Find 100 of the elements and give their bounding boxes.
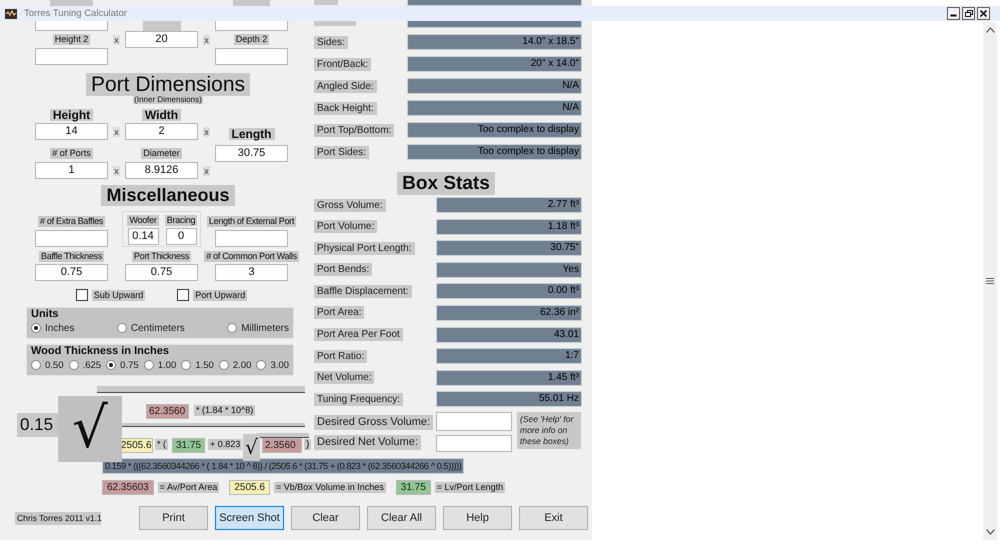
input-field[interactable]: [436, 435, 512, 452]
value-field: 1.18 ft³: [436, 218, 582, 235]
field-label: Port Area Per Foot: [314, 328, 403, 342]
radio-button[interactable]: [31, 323, 41, 333]
action-button[interactable]: Clear All: [367, 506, 436, 530]
input-field[interactable]: 8.9126: [125, 162, 198, 179]
multiply-sign: x: [113, 166, 120, 176]
radio-label: 1.50: [195, 360, 214, 370]
section-title: Port Dimensions: [86, 73, 250, 96]
input-field[interactable]: 0.14: [128, 228, 158, 245]
action-button[interactable]: Clear: [291, 506, 360, 530]
field-label: Length: [228, 128, 274, 140]
grip-icon: [986, 278, 994, 284]
field-label: Depth 2: [234, 34, 270, 45]
field-label: Diameter: [141, 148, 182, 159]
action-button[interactable]: Help: [443, 506, 512, 530]
field-label: Height: [50, 108, 94, 120]
input-field[interactable]: 30.75: [215, 145, 288, 162]
input-field[interactable]: 1: [35, 162, 108, 179]
multiply-sign: x: [203, 166, 210, 176]
input-field[interactable]: [215, 21, 288, 31]
close-button[interactable]: [977, 7, 990, 20]
radical-sign: √: [58, 396, 122, 462]
section-subtitle: (Inner Dimensions): [133, 96, 203, 104]
field-label: Back Height:: [314, 102, 377, 114]
input-field[interactable]: [215, 48, 288, 65]
field-label: Bracing: [164, 215, 198, 226]
value-field: 1.45 ft³: [436, 370, 582, 386]
input-field[interactable]: 14: [35, 123, 108, 140]
input-field[interactable]: [35, 48, 108, 65]
radio-label: Millimeters: [241, 322, 289, 334]
legend-label: = Vb/Box Volume in Inches: [274, 482, 386, 493]
radio-label: 2.00: [232, 360, 252, 370]
field-label: # of Common Port Walls: [204, 251, 299, 262]
field-label: Tuning Frequency:: [314, 392, 404, 406]
close-icon: [980, 10, 987, 17]
input-field[interactable]: 2: [125, 123, 198, 140]
value-box: 62.3560: [146, 404, 189, 419]
checkbox[interactable]: [76, 289, 88, 301]
checkbox[interactable]: [177, 289, 190, 301]
radio-label: Centimeters: [130, 322, 185, 334]
field-label: Port Ratio:: [314, 350, 368, 363]
field-label: # of Extra Baffles: [38, 216, 105, 227]
action-button[interactable]: Print: [139, 506, 208, 530]
field-label: Port Thickness: [132, 251, 192, 262]
field-label: [314, 21, 356, 26]
radio-button[interactable]: [181, 360, 192, 370]
value-field: 1:7: [436, 348, 582, 364]
input-field[interactable]: 0.75: [35, 264, 108, 281]
radio-button[interactable]: [68, 360, 79, 370]
radio-button[interactable]: [116, 323, 127, 333]
minimize-button[interactable]: [947, 7, 960, 20]
input-field[interactable]: 0.75: [125, 264, 198, 281]
radio-button[interactable]: [31, 360, 41, 370]
radio-label: 0.50: [45, 360, 64, 370]
input-field[interactable]: [215, 230, 288, 247]
field-label: Port Volume:: [314, 220, 378, 234]
radio-label: 3.00: [270, 360, 289, 370]
restore-button[interactable]: [962, 7, 975, 20]
input-field[interactable]: 20: [125, 31, 198, 48]
field-label: Desired Gross Volume:: [314, 414, 434, 430]
formula-text: * (: [155, 439, 168, 450]
value-field: Too complex to display: [407, 144, 582, 160]
value-box: 31.75: [172, 438, 205, 453]
radio-button[interactable]: [227, 323, 238, 333]
legend-label: = Av/Port Area: [158, 482, 220, 493]
input-field[interactable]: 0: [166, 228, 196, 245]
radical-bar: [256, 433, 309, 438]
radio-button[interactable]: [256, 360, 266, 370]
value-field: 62.36 in²: [436, 304, 582, 321]
input-field[interactable]: [35, 230, 108, 247]
field-label: Angled Side:: [314, 80, 377, 92]
radio-label: 0.75: [120, 360, 139, 370]
value-field: 20" x 14.0": [407, 56, 582, 72]
group-title: Units: [31, 308, 58, 320]
value-box: 2.3560: [262, 438, 302, 453]
scrollbar[interactable]: [983, 22, 997, 540]
field-label: Sides:: [314, 36, 348, 48]
value-box: 62.35603: [102, 480, 154, 495]
field-label: Baffle Displacement:: [314, 284, 412, 298]
field-label: Length of External Port: [206, 216, 296, 227]
field-label: Desired Net Volume:: [314, 434, 421, 450]
field-label: Gross Volume:: [314, 198, 386, 212]
value-field: N/A: [407, 78, 582, 94]
action-button[interactable]: Screen Shot: [215, 506, 284, 530]
input-field[interactable]: 3: [215, 264, 288, 281]
window-title: Torres Tuning Calculator: [24, 8, 127, 19]
multiply-sign: x: [113, 126, 120, 136]
formula-text: ): [304, 439, 312, 450]
coefficient-label: 0.15: [17, 413, 60, 437]
radio-button[interactable]: [218, 360, 229, 370]
action-button[interactable]: Exit: [519, 506, 588, 530]
input-field[interactable]: [436, 412, 512, 432]
value-field: 30.75": [436, 240, 582, 256]
input-field[interactable]: [35, 21, 108, 31]
radio-button[interactable]: [106, 360, 116, 370]
app-icon: [5, 8, 17, 18]
multiply-sign: x: [113, 34, 120, 44]
radio-button[interactable]: [144, 360, 154, 370]
formula-text: + 0.823: [208, 439, 242, 450]
